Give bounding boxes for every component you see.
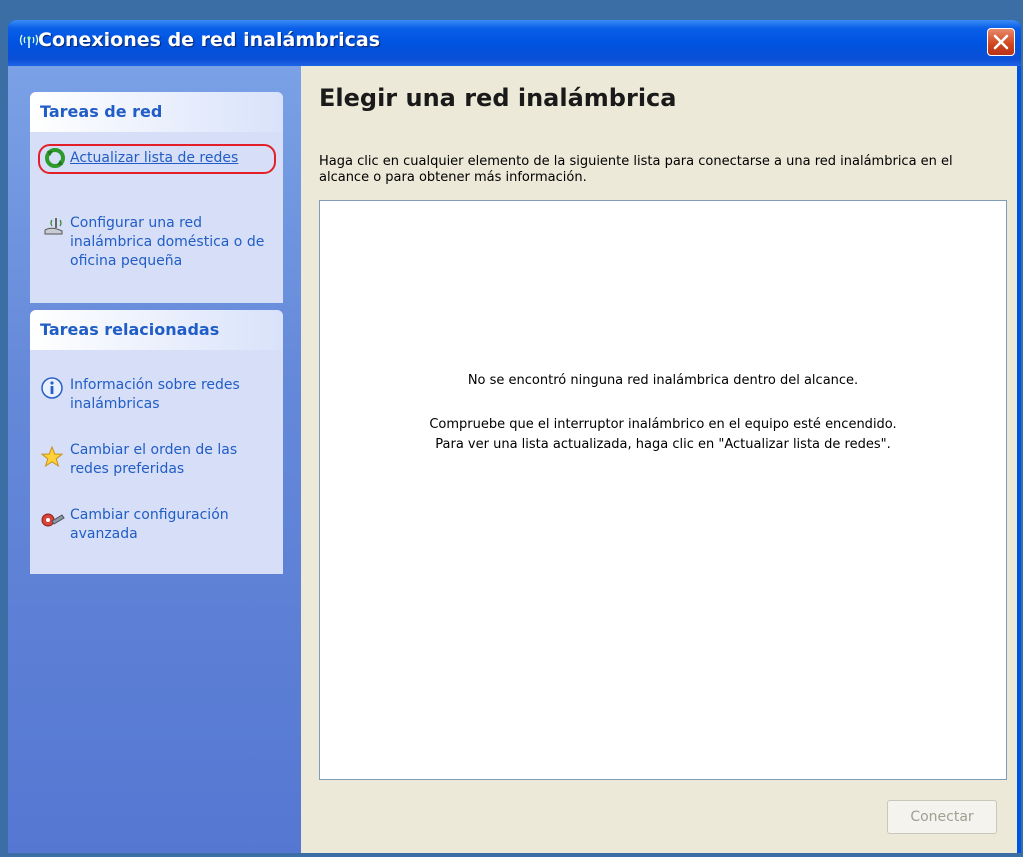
task-info-wireless[interactable]: Información sobre redes inalámbricas: [36, 376, 280, 420]
task-change-order-label[interactable]: Cambiar el orden de las redes preferidas: [70, 441, 278, 479]
wireless-connections-window: Conexiones de red inalámbricas Tareas de…: [8, 20, 1021, 853]
task-advanced-label[interactable]: Cambiar configuración avanzada: [70, 506, 278, 544]
star-icon: [40, 445, 64, 469]
info-icon: [40, 376, 64, 400]
no-networks-message: No se encontró ninguna red inalámbrica d…: [467, 373, 859, 388]
related-tasks-box: Tareas relacionadas Información sobre re…: [30, 310, 283, 574]
network-tasks-header: Tareas de red: [30, 92, 283, 132]
related-tasks-header: Tareas relacionadas: [30, 310, 283, 350]
title-bar[interactable]: Conexiones de red inalámbricas: [8, 20, 1021, 66]
window-title: Conexiones de red inalámbricas: [38, 29, 381, 51]
settings-icon: [40, 508, 65, 532]
task-info-label[interactable]: Información sobre redes inalámbricas: [70, 376, 278, 414]
wireless-antenna-icon: [18, 32, 40, 50]
task-setup-wireless[interactable]: Configurar una red inalámbrica doméstica…: [36, 214, 280, 284]
task-change-order[interactable]: Cambiar el orden de las redes preferidas: [36, 441, 280, 485]
instructions-text: Haga clic en cualquier elemento de la si…: [319, 154, 953, 185]
main-content: Elegir una red inalámbrica Haga clic en …: [301, 66, 1017, 853]
network-list[interactable]: No se encontró ninguna red inalámbrica d…: [319, 200, 1007, 780]
wireless-setup-icon: [42, 214, 66, 238]
close-button[interactable]: [987, 28, 1015, 56]
task-setup-label[interactable]: Configurar una red inalámbrica doméstica…: [70, 214, 278, 271]
tasks-sidebar: Tareas de red Actualizar lista de redes: [8, 66, 301, 853]
task-refresh-label[interactable]: Actualizar lista de redes: [70, 149, 278, 168]
close-icon: [993, 34, 1009, 50]
task-advanced-settings[interactable]: Cambiar configuración avanzada: [36, 506, 280, 550]
refresh-icon: [44, 147, 68, 171]
page-title: Elegir una red inalámbrica: [319, 84, 677, 112]
network-tasks-box: Tareas de red Actualizar lista de redes: [30, 92, 283, 303]
refresh-hint-message: Para ver una lista actualizada, haga cli…: [435, 437, 891, 452]
task-refresh-network-list[interactable]: Actualizar lista de redes: [36, 144, 280, 174]
check-switch-message: Compruebe que el interruptor inalámbrico…: [429, 417, 897, 432]
connect-button[interactable]: Conectar: [887, 800, 997, 834]
